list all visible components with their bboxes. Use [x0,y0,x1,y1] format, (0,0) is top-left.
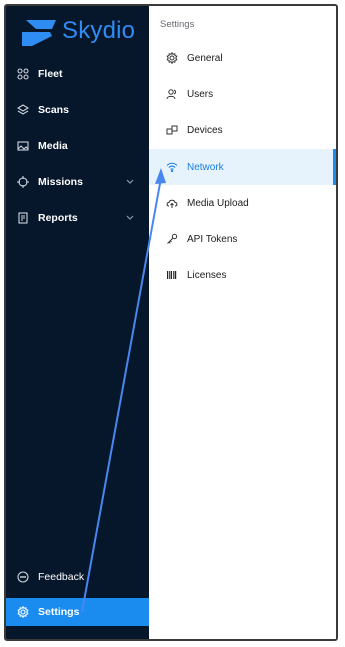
skydio-logo-icon [22,20,56,46]
sidebar-item-label: Scans [38,104,69,116]
settings-item-api-tokens[interactable]: API Tokens [149,222,336,256]
sidebar-item-label: Reports [38,212,78,224]
chevron-down-icon[interactable] [125,212,135,222]
sidebar-item-scans[interactable]: Scans [6,95,149,125]
media-icon [17,140,29,152]
feedback-icon [17,571,29,583]
sidebar-item-label: Settings [38,606,80,618]
chevron-down-icon[interactable] [125,176,135,186]
sidebar-item-label: Feedback [38,571,85,583]
users-icon [166,88,178,100]
settings-icon [17,606,29,618]
sidebar-item-reports[interactable]: Reports [6,203,149,233]
settings-item-media-upload[interactable]: Media Upload [149,186,336,220]
sidebar-item-feedback[interactable]: Feedback [6,562,149,592]
settings-panel: Settings General Users Devices Network M… [149,6,336,639]
devices-icon [166,124,178,136]
wifi-icon [166,161,178,173]
sidebar: Skydio Fleet Scans Media Missions Report… [6,6,149,639]
settings-item-label: Network [187,161,224,173]
settings-item-label: API Tokens [187,233,238,245]
sidebar-item-missions[interactable]: Missions [6,167,149,197]
fleet-icon [17,68,29,80]
brand-logo[interactable]: Skydio [22,16,142,52]
settings-item-devices[interactable]: Devices [149,113,336,147]
settings-item-label: Media Upload [187,197,249,209]
key-icon [166,233,178,245]
sidebar-item-media[interactable]: Media [6,131,149,161]
sidebar-item-label: Missions [38,176,83,188]
settings-item-licenses[interactable]: Licenses [149,258,336,292]
app-window: Skydio Fleet Scans Media Missions Report… [4,4,338,641]
settings-item-network[interactable]: Network [149,149,336,185]
panel-title: Settings [160,19,195,30]
sidebar-item-label: Fleet [38,68,63,80]
brand-name: Skydio [62,17,136,44]
reports-icon [17,212,29,224]
settings-item-label: Devices [187,124,223,136]
barcode-icon [166,269,178,281]
missions-icon [17,176,29,188]
cloud-upload-icon [166,197,178,209]
settings-item-label: General [187,52,223,64]
settings-item-general[interactable]: General [149,41,336,75]
scans-icon [17,104,29,116]
settings-item-users[interactable]: Users [149,77,336,111]
gear-icon [166,52,178,64]
sidebar-item-settings[interactable]: Settings [6,598,149,626]
settings-item-label: Users [187,88,214,100]
sidebar-item-label: Media [38,140,68,152]
sidebar-item-fleet[interactable]: Fleet [6,59,149,89]
settings-item-label: Licenses [187,269,227,281]
